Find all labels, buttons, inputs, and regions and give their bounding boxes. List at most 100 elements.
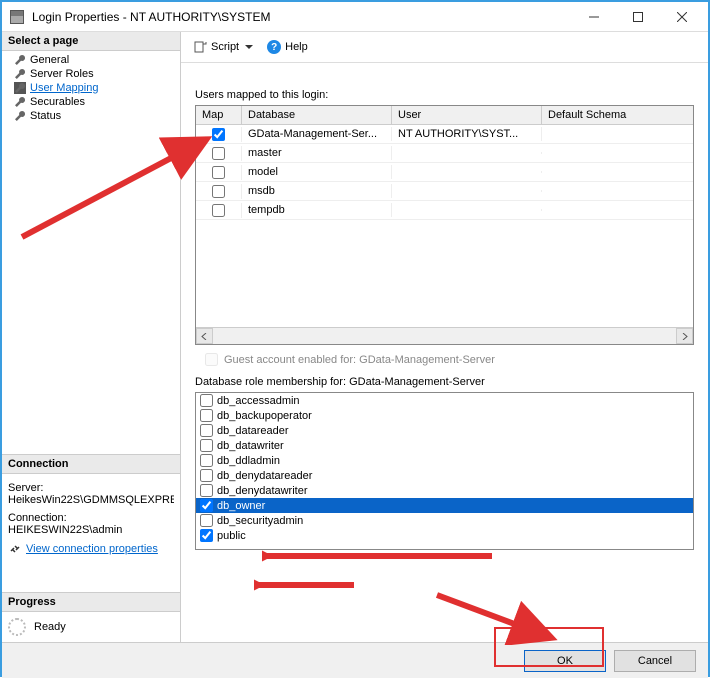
- map-checkbox[interactable]: [212, 128, 225, 141]
- sidebar-item-general[interactable]: General: [2, 53, 180, 67]
- role-checkbox[interactable]: [200, 484, 213, 497]
- dialog-footer: OK Cancel: [2, 642, 708, 678]
- role-checkbox[interactable]: [200, 529, 213, 542]
- progress-status: Ready: [34, 621, 66, 633]
- role-checkbox[interactable]: [200, 469, 213, 482]
- sidebar-item-securables[interactable]: Securables: [2, 95, 180, 109]
- role-label: db_datareader: [217, 425, 289, 437]
- wrench-icon: [14, 68, 26, 80]
- title-bar: Login Properties - NT AUTHORITY\SYSTEM: [2, 2, 708, 32]
- role-checkbox[interactable]: [200, 454, 213, 467]
- col-header-map[interactable]: Map: [196, 106, 242, 124]
- table-row[interactable]: GData-Management-Ser...NT AUTHORITY\SYST…: [196, 125, 693, 144]
- role-item-db_datareader[interactable]: db_datareader: [196, 423, 693, 438]
- script-label: Script: [211, 41, 239, 53]
- role-label: db_securityadmin: [217, 515, 303, 527]
- wrench-icon: [14, 110, 26, 122]
- role-item-public[interactable]: public: [196, 528, 693, 543]
- role-item-db_ddladmin[interactable]: db_ddladmin: [196, 453, 693, 468]
- cell-schema: [542, 171, 693, 173]
- role-label: public: [217, 530, 246, 542]
- role-item-db_owner[interactable]: db_owner: [196, 498, 693, 513]
- role-label: db_backupoperator: [217, 410, 312, 422]
- role-checkbox[interactable]: [200, 409, 213, 422]
- role-label: db_ddladmin: [217, 455, 280, 467]
- role-item-db_backupoperator[interactable]: db_backupoperator: [196, 408, 693, 423]
- cell-database: master: [242, 146, 392, 160]
- role-item-db_accessadmin[interactable]: db_accessadmin: [196, 393, 693, 408]
- select-page-header: Select a page: [2, 32, 180, 51]
- cell-user: [392, 171, 542, 173]
- col-header-database[interactable]: Database: [242, 106, 392, 124]
- maximize-button[interactable]: [616, 3, 660, 31]
- map-checkbox[interactable]: [212, 204, 225, 217]
- view-connection-properties-link[interactable]: View connection properties: [26, 543, 158, 555]
- role-item-db_denydatareader[interactable]: db_denydatareader: [196, 468, 693, 483]
- cell-schema: [542, 133, 693, 135]
- sidebar-item-user-mapping[interactable]: User Mapping: [2, 81, 180, 95]
- sidebar-item-server-roles[interactable]: Server Roles: [2, 67, 180, 81]
- map-checkbox[interactable]: [212, 185, 225, 198]
- wrench-icon: [14, 82, 26, 94]
- guest-account-label: Guest account enabled for: GData-Managem…: [224, 354, 495, 366]
- cell-database: model: [242, 165, 392, 179]
- role-item-db_datawriter[interactable]: db_datawriter: [196, 438, 693, 453]
- map-checkbox[interactable]: [212, 166, 225, 179]
- ok-button[interactable]: OK: [524, 650, 606, 672]
- cell-user: [392, 190, 542, 192]
- col-header-user[interactable]: User: [392, 106, 542, 124]
- sidebar-item-label: Securables: [30, 96, 85, 108]
- users-mapped-label: Users mapped to this login:: [195, 89, 694, 101]
- role-checkbox[interactable]: [200, 514, 213, 527]
- role-item-db_securityadmin[interactable]: db_securityadmin: [196, 513, 693, 528]
- main-panel: Script ? Help Users mapped to this login…: [181, 32, 708, 642]
- toolbar: Script ? Help: [181, 32, 708, 63]
- scroll-right-button[interactable]: [676, 328, 693, 344]
- cell-database: msdb: [242, 184, 392, 198]
- col-header-schema[interactable]: Default Schema: [542, 106, 693, 124]
- roles-label: Database role membership for: GData-Mana…: [195, 376, 694, 388]
- connection-icon: [8, 542, 22, 556]
- app-icon: [10, 10, 24, 24]
- progress-spinner-icon: [8, 618, 26, 636]
- table-row[interactable]: tempdb: [196, 201, 693, 220]
- cell-schema: [542, 152, 693, 154]
- table-hscroll[interactable]: [196, 327, 693, 344]
- cell-database: tempdb: [242, 203, 392, 217]
- server-value: HeikesWin22S\GDMMSQLEXPRESS: [8, 494, 174, 506]
- sidebar-item-status[interactable]: Status: [2, 109, 180, 123]
- connection-label: Connection:: [8, 512, 174, 524]
- cell-user: [392, 209, 542, 211]
- table-row[interactable]: master: [196, 144, 693, 163]
- chevron-down-icon: [245, 45, 253, 49]
- role-item-db_denydatawriter[interactable]: db_denydatawriter: [196, 483, 693, 498]
- role-label: db_denydatawriter: [217, 485, 308, 497]
- role-label: db_accessadmin: [217, 395, 300, 407]
- help-button[interactable]: ? Help: [263, 38, 312, 56]
- close-button[interactable]: [660, 3, 704, 31]
- script-button[interactable]: Script: [189, 38, 257, 56]
- role-label: db_datawriter: [217, 440, 284, 452]
- cancel-button[interactable]: Cancel: [614, 650, 696, 672]
- server-label: Server:: [8, 482, 174, 494]
- role-checkbox[interactable]: [200, 499, 213, 512]
- sidebar: Select a page GeneralServer RolesUser Ma…: [2, 32, 181, 642]
- table-row[interactable]: msdb: [196, 182, 693, 201]
- help-label: Help: [285, 41, 308, 53]
- cell-user: [392, 152, 542, 154]
- cell-schema: [542, 209, 693, 211]
- connection-header: Connection: [2, 454, 180, 474]
- role-checkbox[interactable]: [200, 394, 213, 407]
- scroll-left-button[interactable]: [196, 328, 213, 344]
- guest-account-checkbox: [205, 353, 218, 366]
- connection-value: HEIKESWIN22S\admin: [8, 524, 174, 536]
- role-checkbox[interactable]: [200, 424, 213, 437]
- map-checkbox[interactable]: [212, 147, 225, 160]
- role-label: db_owner: [217, 500, 265, 512]
- script-icon: [193, 40, 207, 54]
- table-row[interactable]: model: [196, 163, 693, 182]
- sidebar-item-label: User Mapping: [30, 82, 98, 94]
- role-checkbox[interactable]: [200, 439, 213, 452]
- cell-user: NT AUTHORITY\SYST...: [392, 127, 542, 141]
- minimize-button[interactable]: [572, 3, 616, 31]
